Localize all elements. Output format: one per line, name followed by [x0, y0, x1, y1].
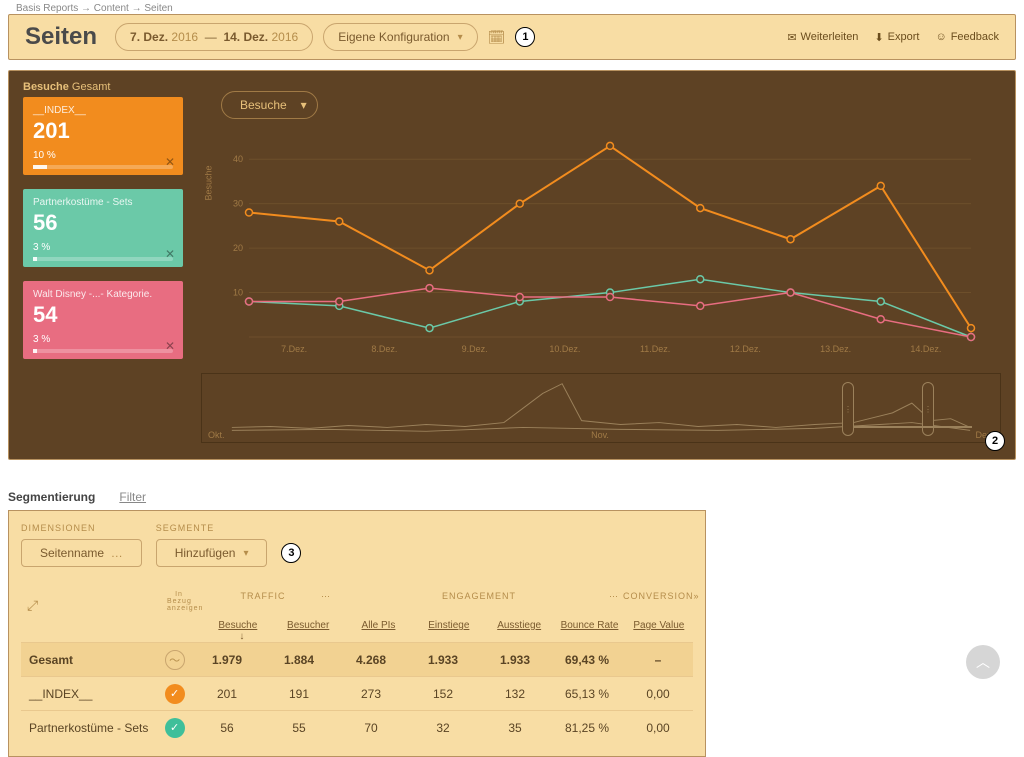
scroll-top-button[interactable]: ︿ — [966, 645, 1000, 679]
card-name: Walt Disney -...- Kategorie. — [33, 289, 173, 300]
date-to-year: 2016 — [271, 30, 298, 44]
svg-text:30: 30 — [233, 199, 243, 209]
chart-area: Besuche Besuche 10 20 30 40 7.Dez. 8.Dez. 9.D… — [201, 93, 1001, 443]
expand-icon[interactable]: ⤢ — [21, 591, 39, 614]
table-row[interactable]: __INDEX__ ✓ 20119127315213265,13 %0,00 — [21, 676, 693, 710]
card-pct: 3 % — [33, 242, 173, 253]
mail-icon: ✉ — [787, 31, 796, 44]
sort-desc-icon[interactable]: ↓ — [211, 631, 273, 642]
col-allepis[interactable]: Alle PIs — [362, 620, 396, 631]
calendar-icon[interactable]: 🗓 — [488, 29, 506, 46]
row-label: __INDEX__ — [21, 687, 158, 701]
segments-label: SEGMENTE — [156, 523, 268, 533]
forward-button[interactable]: ✉ Weiterleiten — [787, 31, 858, 44]
svg-text:9.Dez.: 9.Dez. — [462, 344, 488, 354]
row-label: Gesamt — [21, 653, 158, 667]
in-bezug-label: In Bezug anzeigen — [167, 591, 191, 614]
breadcrumb: Basis Reports → Content → Seiten — [0, 0, 1024, 14]
add-segment-button[interactable]: Hinzufügen ▾ — [156, 539, 268, 567]
card-name: Partnerkostüme - Sets — [33, 197, 173, 208]
table-row[interactable]: Partnerkostüme - Sets ✓ 565570323581,25 … — [21, 710, 693, 744]
chart-metric-dropdown[interactable]: Besuche — [221, 91, 318, 119]
close-icon[interactable]: ✕ — [165, 339, 175, 353]
segmentation-section: Segmentierung Filter DIMENSIONEN Seitenn… — [8, 490, 1016, 757]
row-badge[interactable]: ✓ — [158, 718, 191, 738]
header-bar: Seiten 7. Dez. 2016 — 14. Dez. 2016 Eige… — [8, 14, 1016, 60]
close-icon[interactable]: ✕ — [165, 247, 175, 261]
card-value: 54 — [33, 302, 173, 328]
annotation-1: 1 — [515, 27, 535, 47]
config-dropdown[interactable]: Eigene Konfiguration ▾ — [323, 23, 477, 51]
segmentation-panel: DIMENSIONEN Seitenname … SEGMENTE Hinzuf… — [8, 510, 706, 757]
svg-text:20: 20 — [233, 243, 243, 253]
svg-text:10.Dez.: 10.Dez. — [549, 344, 580, 354]
table-row[interactable]: Gesamt 〜 1.9791.8844.2681.9331.93369,43 … — [21, 642, 693, 676]
card-value: 201 — [33, 118, 173, 144]
date-from-year: 2016 — [171, 30, 198, 44]
series-card[interactable]: Partnerkostüme - Sets 56 3 % ✕ — [23, 189, 183, 267]
col-einstiege[interactable]: Einstiege — [428, 620, 469, 631]
svg-text:11.Dez.: 11.Dez. — [640, 344, 670, 354]
svg-text:8.Dez.: 8.Dez. — [371, 344, 397, 354]
col-ausstiege[interactable]: Ausstiege — [497, 620, 541, 631]
close-icon[interactable]: ✕ — [165, 155, 175, 169]
tab-segmentierung[interactable]: Segmentierung — [8, 490, 95, 504]
svg-text:14.Dez.: 14.Dez. — [910, 344, 941, 354]
annotation-2: 2 — [985, 431, 1005, 451]
download-icon: ⬇ — [874, 31, 883, 44]
col-pagevalue[interactable]: Page Value — [633, 620, 684, 631]
chart-panel-label: Besuche Gesamt — [23, 81, 1001, 93]
svg-text:10: 10 — [233, 288, 243, 298]
chevron-down-icon: ▾ — [458, 32, 463, 43]
tab-filter[interactable]: Filter — [119, 490, 146, 504]
svg-text:40: 40 — [233, 154, 243, 164]
date-range-picker[interactable]: 7. Dez. 2016 — 14. Dez. 2016 — [115, 23, 313, 51]
chart-panel: Besuche Gesamt __INDEX__ 201 10 % ✕Partn… — [8, 70, 1016, 460]
row-badge[interactable]: ✓ — [158, 684, 191, 704]
svg-text:12.Dez.: 12.Dez. — [730, 344, 761, 354]
dimension-select[interactable]: Seitenname … — [21, 539, 142, 567]
card-name: __INDEX__ — [33, 105, 173, 116]
card-pct: 10 % — [33, 150, 173, 161]
export-button[interactable]: ⬇ Export — [874, 31, 919, 44]
col-besuche[interactable]: Besuche — [218, 620, 257, 631]
overview-chart[interactable]: ⋮ ⋮ Okt. Nov. Dez. — [201, 373, 1001, 443]
page-title: Seiten — [25, 23, 97, 51]
col-besucher[interactable]: Besucher — [287, 620, 329, 631]
col-bouncerate[interactable]: Bounce Rate — [561, 620, 619, 631]
smile-icon: ☺ — [935, 31, 946, 43]
series-cards: __INDEX__ 201 10 % ✕Partnerkostüme - Set… — [23, 97, 183, 443]
date-from-day: 7. Dez. — [130, 30, 168, 44]
chevron-down-icon: ▾ — [243, 548, 248, 559]
line-chart: 10 20 30 40 7.Dez. 8.Dez. 9.Dez. 10.Dez. 11.Dez… — [201, 127, 1001, 362]
svg-text:13.Dez.: 13.Dez. — [820, 344, 851, 354]
annotation-3: 3 — [281, 543, 301, 563]
row-label: Partnerkostüme - Sets — [21, 721, 158, 735]
segmentation-table: ⤢ In Bezug anzeigen TRAFFIC⋯ ENGAGEMENT⋯… — [21, 591, 693, 744]
chevron-up-icon: ︿ — [976, 652, 990, 672]
date-to-day: 14. Dez. — [223, 30, 268, 44]
feedback-button[interactable]: ☺ Feedback — [935, 31, 999, 43]
range-handle-left[interactable]: ⋮ — [842, 382, 854, 436]
series-card[interactable]: Walt Disney -...- Kategorie. 54 3 % ✕ — [23, 281, 183, 359]
svg-text:7.Dez.: 7.Dez. — [281, 344, 307, 354]
dimensions-label: DIMENSIONEN — [21, 523, 142, 533]
card-value: 56 — [33, 210, 173, 236]
chart-y-label: Besuche — [204, 165, 214, 200]
row-badge[interactable]: 〜 — [158, 650, 191, 670]
series-card[interactable]: __INDEX__ 201 10 % ✕ — [23, 97, 183, 175]
card-pct: 3 % — [33, 334, 173, 345]
